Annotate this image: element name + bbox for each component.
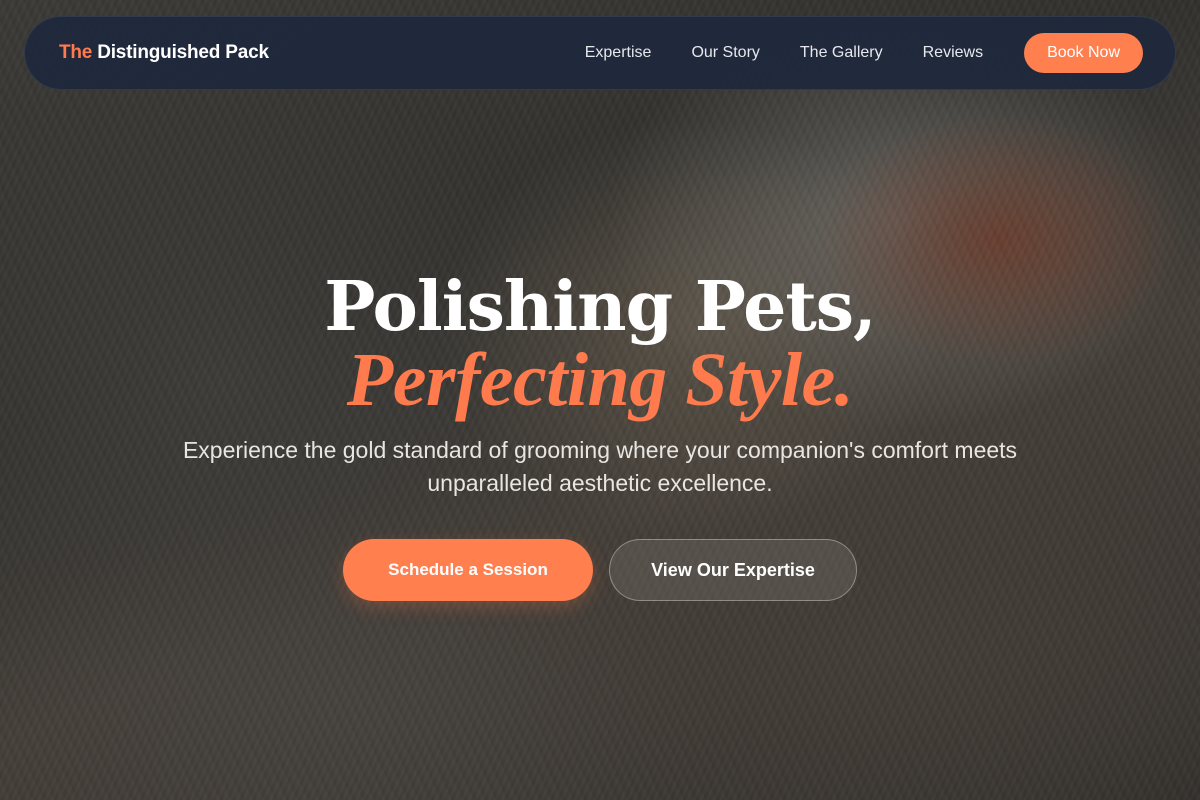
brand-accent-text: The	[59, 42, 93, 63]
nav-link-gallery[interactable]: The Gallery	[800, 44, 883, 62]
book-now-button[interactable]: Book Now	[1024, 33, 1143, 73]
nav-links: Expertise Our Story The Gallery Reviews …	[585, 33, 1143, 73]
brand-logo[interactable]: The Distinguished Pack	[59, 42, 269, 64]
nav-link-our-story[interactable]: Our Story	[691, 44, 759, 62]
view-expertise-button[interactable]: View Our Expertise	[609, 539, 857, 601]
hero-subtitle: Experience the gold standard of grooming…	[182, 437, 1018, 496]
schedule-session-button[interactable]: Schedule a Session	[343, 539, 593, 601]
hero-section: Polishing Pets, Perfecting Style. Experi…	[0, 270, 1200, 601]
hero-cta-group: Schedule a Session View Our Expertise	[0, 539, 1200, 601]
hero-headline-line2: Perfecting Style.	[346, 338, 854, 422]
nav-link-reviews[interactable]: Reviews	[923, 44, 983, 62]
nav-link-expertise[interactable]: Expertise	[585, 44, 652, 62]
top-navbar: The Distinguished Pack Expertise Our Sto…	[24, 16, 1176, 90]
brand-name-text: Distinguished Pack	[97, 42, 269, 63]
hero-headline-line1: Polishing Pets,	[324, 267, 876, 347]
